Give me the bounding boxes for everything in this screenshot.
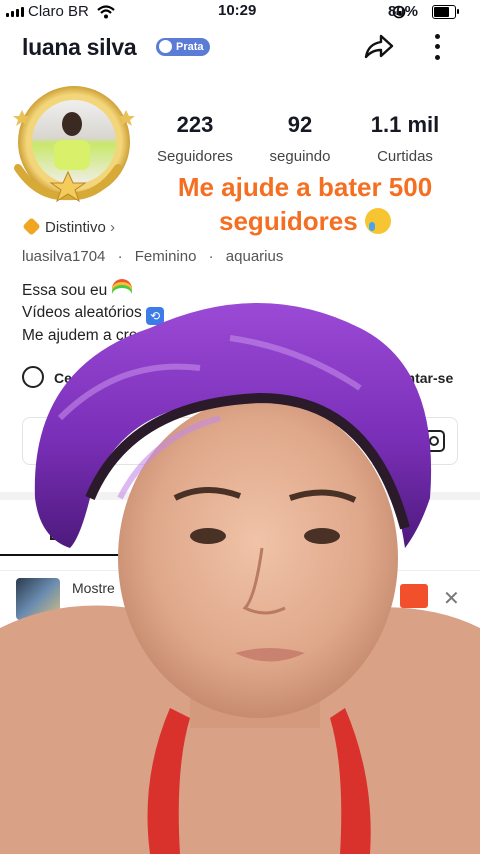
status-bar: Claro BR 10:29 80% — [0, 0, 480, 24]
signal-icon — [6, 7, 26, 17]
badge-icon — [22, 217, 41, 236]
selfie-overlay — [0, 303, 480, 854]
gender: Feminino — [134, 248, 197, 265]
wifi-icon — [97, 5, 115, 19]
bio-line-1: Essa sou eu — [22, 282, 108, 299]
clock: 10:29 — [218, 2, 257, 19]
level-badge[interactable]: Prata — [156, 38, 210, 56]
battery-icon — [432, 5, 459, 19]
distintivo-link[interactable]: Distintivo › — [22, 217, 116, 236]
profile-meta: luasilva1704 · Feminino · aquarius — [22, 248, 284, 265]
crying-emoji-icon — [364, 208, 391, 234]
laurel-wreath-icon — [14, 164, 122, 203]
share-icon[interactable] — [362, 30, 396, 64]
likes-label: Curtidas — [377, 148, 433, 165]
battery-percent: 80% — [387, 3, 418, 20]
followers-count[interactable]: 223 — [150, 112, 240, 138]
followers-label: Seguidores — [157, 148, 233, 165]
distintivo-label: Distintivo — [45, 219, 106, 236]
following-count[interactable]: 92 — [255, 112, 345, 138]
chevron-right-icon: › — [110, 219, 116, 236]
caption-overlay: Me ajude a bater 500 seguidores — [150, 170, 460, 238]
more-options-icon[interactable] — [430, 32, 444, 62]
caption-line-1: Me ajude a bater 500 — [177, 172, 433, 202]
rainbow-emoji-icon — [111, 279, 132, 294]
zodiac-sign: aquarius — [225, 248, 284, 265]
handle: luasilva1704 — [22, 248, 106, 265]
caption-line-2: seguidores — [219, 206, 358, 236]
following-label: seguindo — [269, 148, 331, 165]
profile-name: luana silva — [22, 34, 137, 60]
likes-count: 1.1 mil — [370, 112, 440, 137]
carrier-label: Claro BR — [28, 3, 89, 20]
